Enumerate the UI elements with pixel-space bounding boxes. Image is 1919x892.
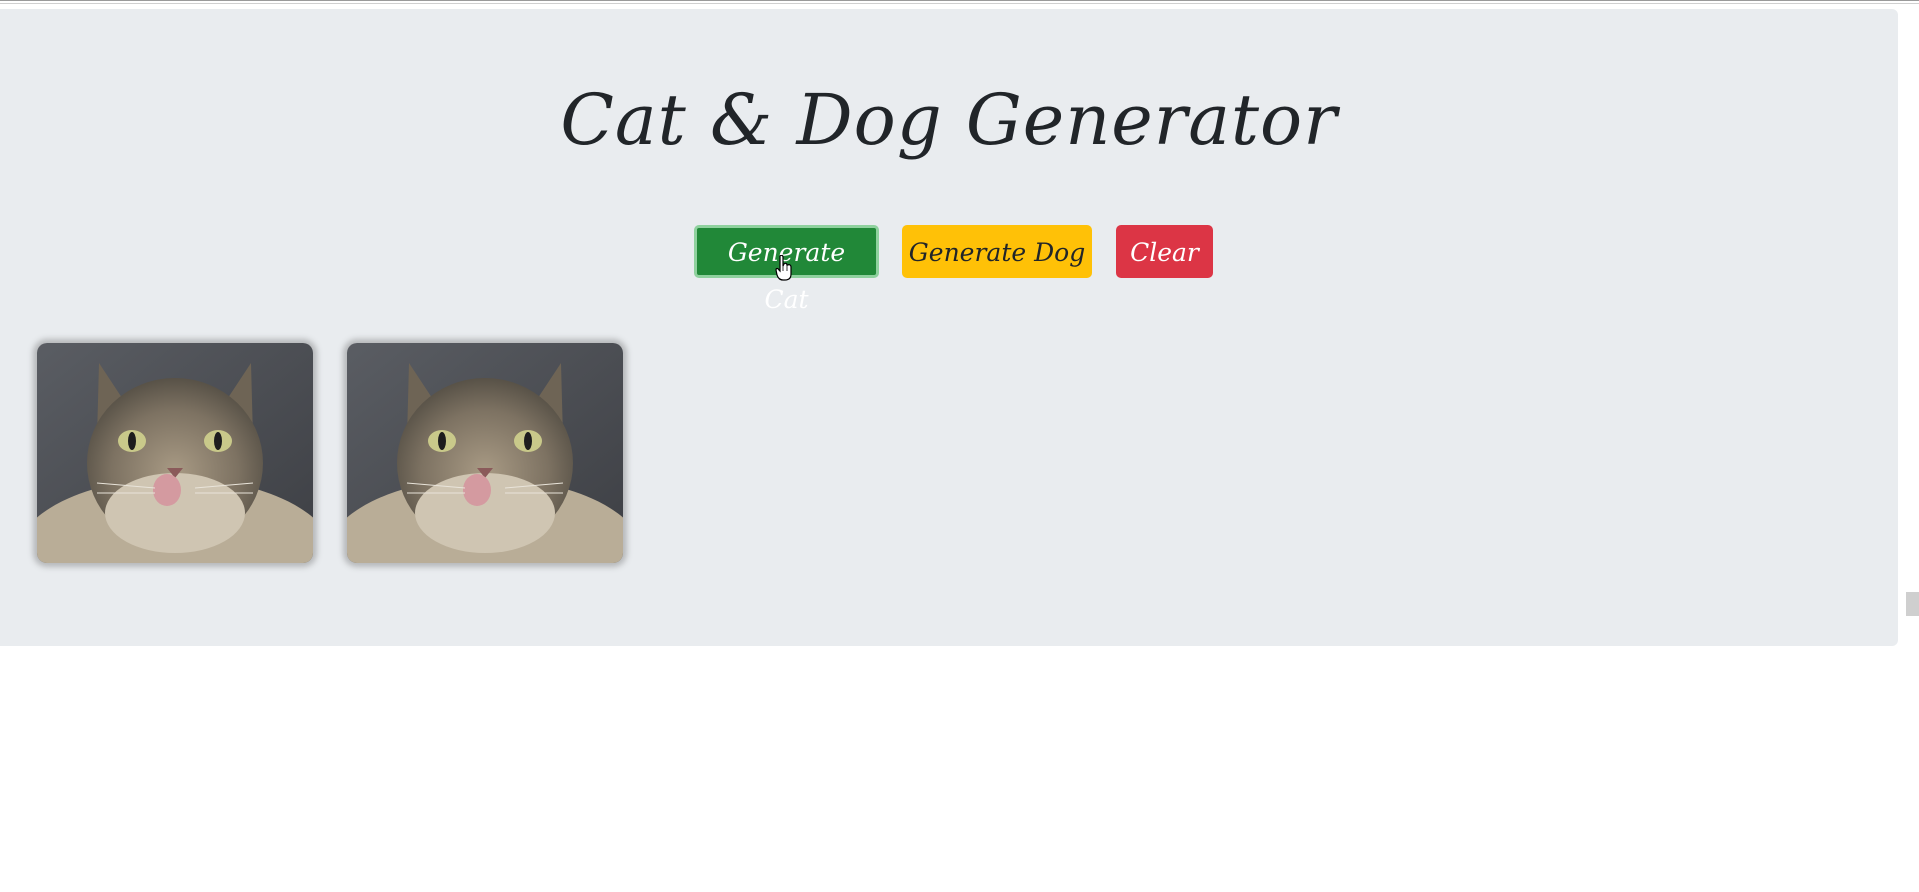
hand-cursor-icon	[775, 255, 792, 281]
cat-photo	[37, 343, 313, 563]
clear-button[interactable]: Clear	[1116, 225, 1213, 278]
browser-top-border	[0, 0, 1919, 4]
cat-image-card	[37, 343, 313, 563]
cat-image-card	[347, 343, 623, 563]
generate-dog-button[interactable]: Generate Dog	[902, 225, 1092, 278]
page-title: Cat & Dog Generator	[560, 79, 1338, 161]
scrollbar-thumb[interactable]	[1906, 592, 1919, 616]
cat-photo	[347, 343, 623, 563]
